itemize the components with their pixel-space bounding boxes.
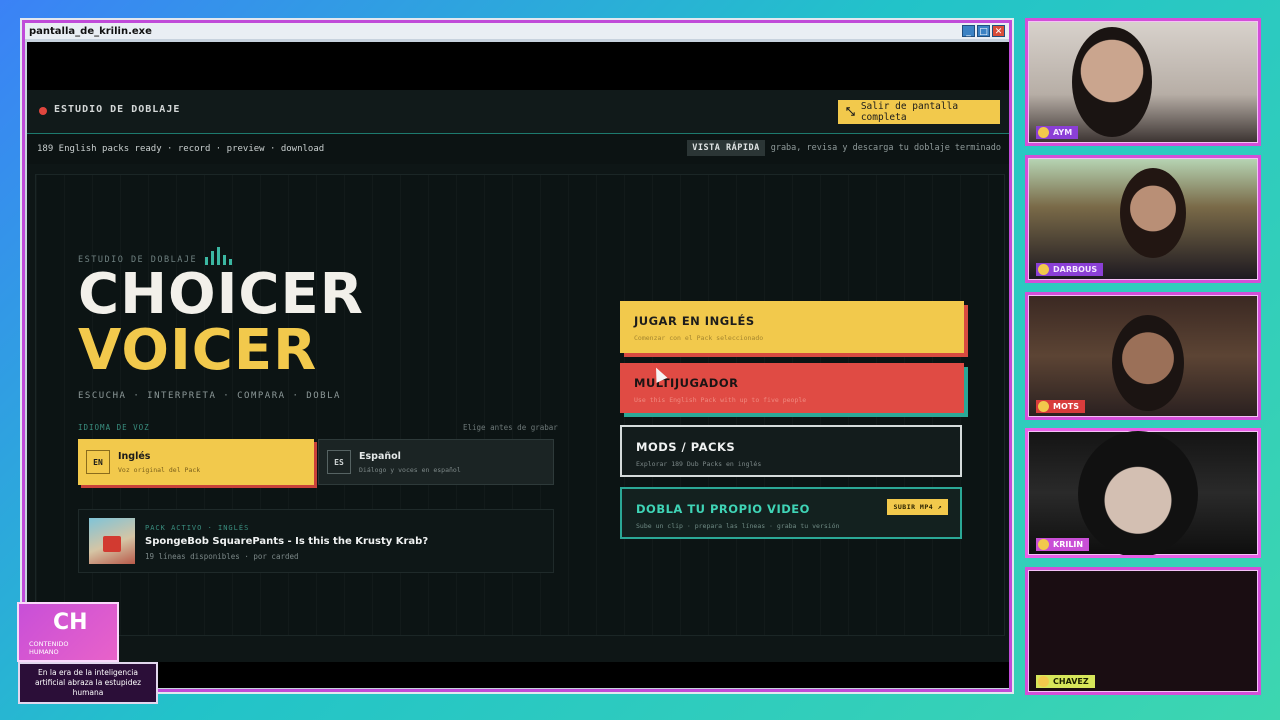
language-code: ES [327,450,351,474]
voice-language-label: IDIOMA DE VOZ [78,423,150,432]
window-controls: _ □ ✕ [962,25,1005,37]
webcam-mots: MOTS [1025,292,1261,420]
menu-sub: Explorar 189 Dub Packs en inglés [636,460,762,468]
webcam-chavez: CHAVEZ [1025,567,1261,695]
menu-sub: Sube un clip · prepara las líneas · grab… [636,522,840,530]
language-sub: Diálogo y voces en español [359,465,461,474]
contenido-humano-logo: CH CONTENIDO HUMANO [17,602,119,662]
pack-title: SpongeBob SquarePants - Is this the Krus… [145,536,429,547]
exit-fullscreen-label: Salir de pantalla completa [860,101,959,123]
logo-subtitle: CONTENIDO HUMANO [29,640,69,656]
language-name: Español [359,450,401,462]
language-option-spanish[interactable]: ES Español Diálogo y voces en español [318,439,554,485]
window-title: pantalla_de_krilin.exe [29,25,152,37]
quick-view-badge[interactable]: VISTA RÁPIDA [687,140,765,156]
play-english-button[interactable]: JUGAR EN INGLÉS Comenzar con el Pack sel… [620,301,964,353]
cam-name: KRILIN [1053,540,1084,549]
logo-letters: CH [53,610,88,635]
game-screen: ESTUDIO DE DOBLAJE ⤡ Salir de pantalla c… [27,42,1009,688]
pack-kicker: PACK ACTIVO · INGLÉS [145,524,250,532]
app-window: pantalla_de_krilin.exe _ □ ✕ ESTUDIO DE … [20,18,1014,694]
main-stage: ESTUDIO DE DOBLAJE CHOICER VOICER ESCUCH… [35,174,1005,636]
person [1112,315,1184,411]
studio-label: ESTUDIO DE DOBLAJE [54,104,181,115]
top-bar: ESTUDIO DE DOBLAJE ⤡ Salir de pantalla c… [27,90,1009,134]
webcam-aym: AYM [1025,18,1261,146]
avatar-icon [1038,539,1049,550]
cam-name: CHAVEZ [1053,677,1089,686]
pack-meta: 19 líneas disponibles · por carded [145,552,299,561]
active-pack-card[interactable]: PACK ACTIVO · INGLÉS SpongeBob SquarePan… [78,509,554,573]
avatar-icon [1038,401,1049,412]
menu-title: JUGAR EN INGLÉS [634,314,755,328]
cam-name-tag: KRILIN [1036,538,1090,551]
title-voicer: VOICER [78,318,318,383]
cam-name-tag: DARBOUS [1036,263,1104,276]
menu-title: DOBLA TU PROPIO VIDEO [636,502,810,516]
menu-title: MODS / PACKS [636,440,736,454]
minimize-button[interactable]: _ [962,25,975,37]
menu-sub: Use this English Pack with up to five pe… [634,396,807,404]
pack-thumbnail [89,518,135,564]
cam-name-tag: CHAVEZ [1036,675,1095,688]
record-dot-icon [39,107,47,115]
maximize-button[interactable]: □ [977,25,990,37]
cam-name-tag: MOTS [1036,400,1085,413]
person [1078,431,1198,555]
language-sub: Voz original del Pack [118,465,201,474]
hero-steps: ESCUCHA · INTERPRETA · COMPARA · DOBLA [78,391,341,401]
language-text: Español Diálogo y voces en español [359,451,461,474]
person [1120,168,1186,258]
fullscreen-exit-icon: ⤡ [846,105,855,118]
avatar-icon [1038,264,1049,275]
logo-tagline: En la era de la inteligencia artificial … [18,662,158,704]
mods-packs-button[interactable]: MODS / PACKS Explorar 189 Dub Packs en i… [620,425,962,477]
choicer-voicer-app: ESTUDIO DE DOBLAJE ⤡ Salir de pantalla c… [27,90,1009,662]
avatar-icon [1038,676,1049,687]
window-titlebar[interactable]: pantalla_de_krilin.exe _ □ ✕ [25,23,1009,39]
webcam-darbous: DARBOUS [1025,155,1261,283]
person [1072,27,1152,137]
cam-name-tag: AYM [1036,126,1079,139]
cam-name: AYM [1053,128,1073,137]
language-option-english[interactable]: EN Inglés Voz original del Pack [78,439,314,485]
quick-view: VISTA RÁPIDA graba, revisa y descarga tu… [687,140,1001,156]
language-code: EN [86,450,110,474]
upload-mp4-button[interactable]: SUBIR MP4 ↗ [887,499,948,515]
language-text: Inglés Voz original del Pack [118,451,200,474]
cam-name: DARBOUS [1053,265,1098,274]
dub-own-video-button[interactable]: DOBLA TU PROPIO VIDEO Sube un clip · pre… [620,487,962,539]
packs-status: 189 English packs ready · record · previ… [37,144,325,154]
title-choicer: CHOICER [78,262,364,327]
multiplayer-button[interactable]: MULTIJUGADOR Use this English Pack with … [620,363,964,413]
status-bar: 189 English packs ready · record · previ… [27,134,1009,164]
quick-view-text: graba, revisa y descarga tu doblaje term… [770,143,1001,153]
avatar-icon [1038,127,1049,138]
menu-title: MULTIJUGADOR [634,376,739,390]
cam-name: MOTS [1053,402,1079,411]
language-name: Inglés [118,450,151,462]
exit-fullscreen-button[interactable]: ⤡ Salir de pantalla completa [838,100,1000,124]
voice-language-hint: Elige antes de grabar [463,423,558,432]
menu-sub: Comenzar con el Pack seleccionado [634,334,764,342]
close-button[interactable]: ✕ [992,25,1005,37]
webcam-krilin: KRILIN [1025,428,1261,558]
